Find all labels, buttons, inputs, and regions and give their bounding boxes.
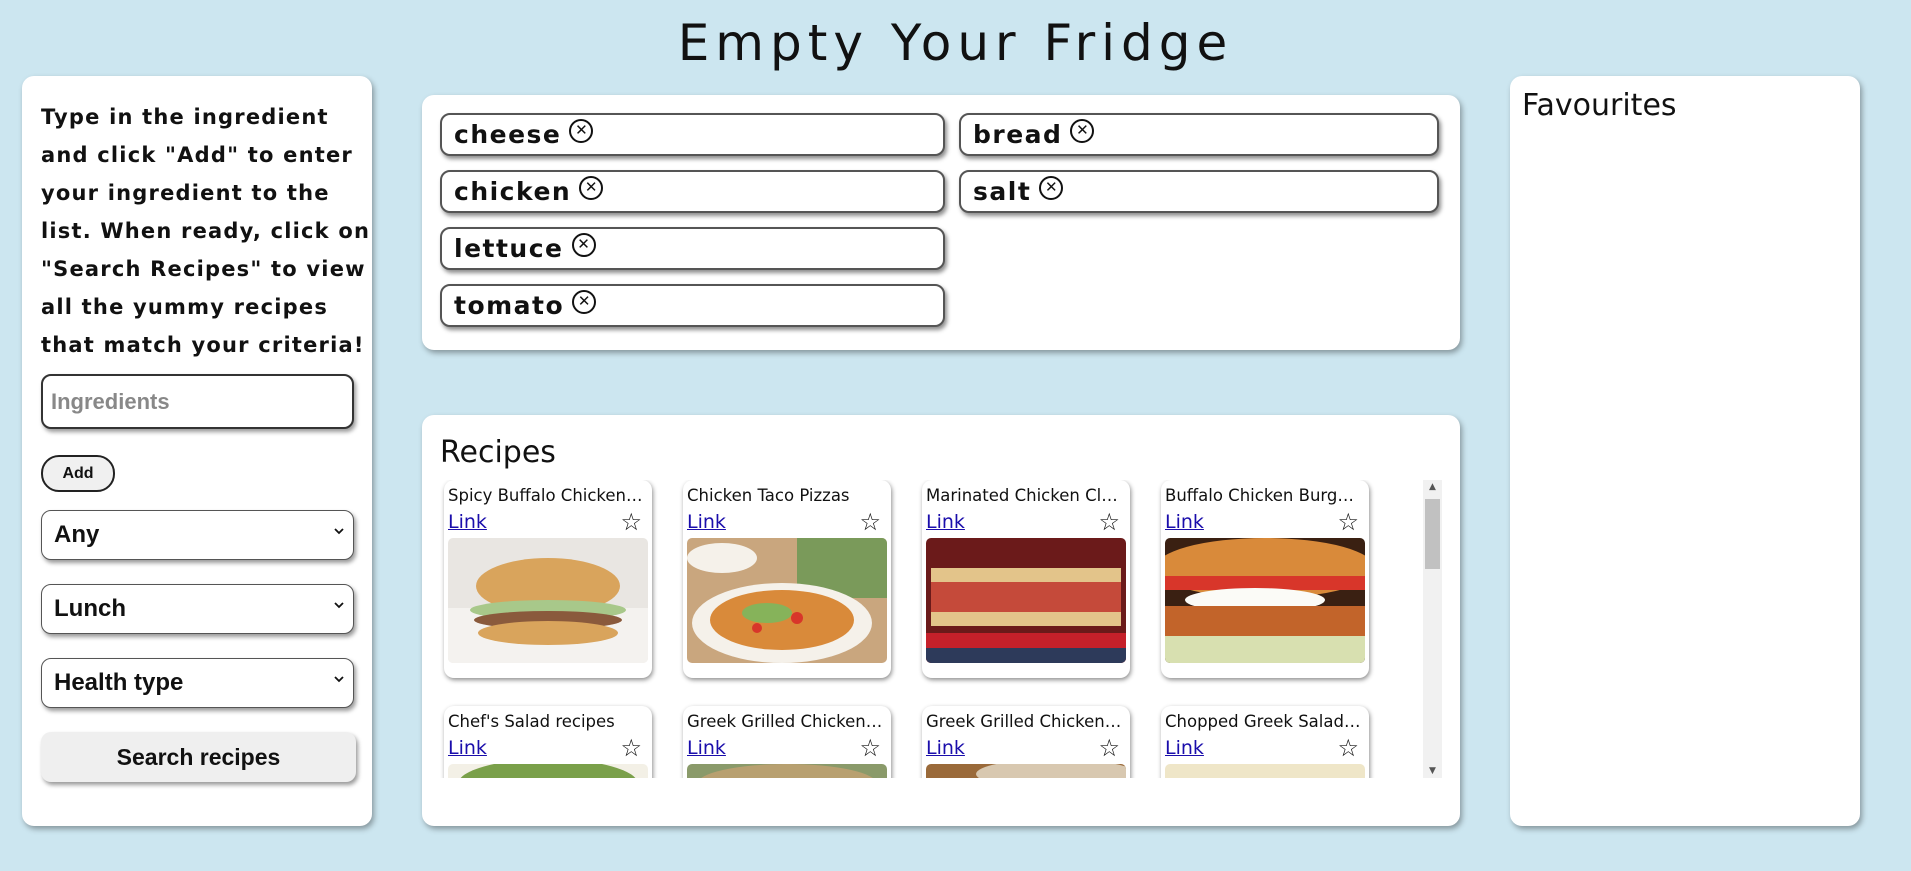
- remove-ingredient-icon[interactable]: ✕: [572, 289, 597, 314]
- recipe-image: [687, 764, 887, 778]
- recipe-link[interactable]: Link: [448, 737, 487, 759]
- recipe-image: [448, 538, 648, 663]
- recipe-name: Buffalo Chicken Burgers: [1165, 486, 1361, 505]
- instructions-text: Type in the ingredient and click "Add" t…: [41, 105, 371, 357]
- favourite-star-icon[interactable]: ☆: [620, 736, 642, 760]
- remove-ingredient-icon[interactable]: ✕: [569, 118, 594, 143]
- health-type-select[interactable]: Health type: [41, 658, 354, 708]
- recipe-link[interactable]: Link: [687, 737, 726, 759]
- ingredient-chip: chicken ✕: [440, 170, 945, 213]
- recipe-image: [926, 759, 1136, 778]
- recipes-scrollbar[interactable]: ▲ ▼: [1423, 480, 1442, 778]
- recipe-card: Chef's Salad recipes Link ☆: [444, 706, 652, 778]
- favourite-star-icon[interactable]: ☆: [620, 510, 642, 534]
- recipe-link[interactable]: Link: [926, 511, 965, 533]
- favourite-star-icon[interactable]: ☆: [1337, 736, 1359, 760]
- favourite-star-icon[interactable]: ☆: [859, 510, 881, 534]
- search-panel: Type in the ingredient and click "Add" t…: [22, 76, 372, 826]
- ingredients-panel: cheese ✕ bread ✕ chicken ✕ salt ✕ lettuc…: [422, 95, 1460, 350]
- recipe-card: Chicken Taco Pizzas Link ☆: [683, 480, 891, 678]
- ingredient-chip-label: tomato: [454, 291, 565, 320]
- ingredient-chip-list: cheese ✕ bread ✕ chicken ✕ salt ✕ lettuc…: [440, 113, 1442, 327]
- ingredient-chip: bread ✕: [959, 113, 1439, 156]
- recipe-card: Buffalo Chicken Burgers Link ☆: [1155, 480, 1375, 678]
- favourite-star-icon[interactable]: ☆: [859, 736, 881, 760]
- recipe-link[interactable]: Link: [1165, 737, 1204, 759]
- favourites-heading: Favourites: [1522, 88, 1677, 123]
- ingredient-chip: cheese ✕: [440, 113, 945, 156]
- remove-ingredient-icon[interactable]: ✕: [1039, 175, 1064, 200]
- cuisine-select-value: Any: [54, 521, 100, 548]
- ingredient-chip-label: salt: [973, 177, 1032, 206]
- recipe-link[interactable]: Link: [448, 511, 487, 533]
- chevron-down-icon: [333, 524, 345, 542]
- ingredient-chip: tomato ✕: [440, 284, 945, 327]
- recipe-image: [448, 759, 648, 778]
- recipe-name: Chopped Greek Salad with Chicken: [1165, 712, 1361, 731]
- remove-ingredient-icon[interactable]: ✕: [1070, 118, 1095, 143]
- ingredient-chip: lettuce ✕: [440, 227, 945, 270]
- ingredient-chip-label: cheese: [454, 120, 562, 149]
- favourite-star-icon[interactable]: ☆: [1337, 510, 1359, 534]
- recipe-image: [926, 538, 1126, 663]
- remove-ingredient-icon[interactable]: ✕: [579, 175, 604, 200]
- recipe-link[interactable]: Link: [926, 737, 965, 759]
- cuisine-select[interactable]: Any: [41, 510, 354, 560]
- recipe-image: [1165, 764, 1365, 778]
- favourites-panel: Favourites: [1510, 76, 1860, 826]
- chevron-down-icon: [333, 598, 345, 616]
- favourite-star-icon[interactable]: ☆: [1098, 510, 1120, 534]
- recipes-heading: Recipes: [440, 435, 556, 470]
- search-recipes-button[interactable]: Search recipes: [41, 732, 356, 782]
- recipe-card: Chopped Greek Salad with Chicken Link ☆: [1161, 706, 1369, 778]
- recipe-name: Spicy Buffalo Chicken Burgers: [448, 486, 644, 505]
- add-button[interactable]: Add: [41, 455, 115, 492]
- recipe-name: Greek Grilled Chicken Pita: [926, 712, 1122, 731]
- recipe-name: Chef's Salad recipes: [448, 712, 615, 731]
- ingredient-chip: salt ✕: [959, 170, 1439, 213]
- recipe-link[interactable]: Link: [1165, 511, 1204, 533]
- chevron-down-icon: [333, 672, 345, 690]
- recipe-name: Marinated Chicken Club Sandwich: [926, 486, 1122, 505]
- ingredient-input[interactable]: [41, 374, 354, 429]
- recipe-card: Greek Grilled Chicken Pita Link ☆: [922, 706, 1136, 778]
- ingredient-chip-label: chicken: [454, 177, 572, 206]
- remove-ingredient-icon[interactable]: ✕: [571, 232, 596, 257]
- recipe-card: Spicy Buffalo Chicken Burgers Link ☆: [444, 480, 652, 678]
- recipe-name: Greek Grilled Chicken Salad: [687, 712, 883, 731]
- scrollbar-thumb[interactable]: [1425, 499, 1440, 569]
- recipe-card-grid: Spicy Buffalo Chicken Burgers Link ☆ Chi…: [440, 480, 1444, 778]
- scroll-up-arrow-icon[interactable]: ▲: [1423, 482, 1442, 492]
- recipe-link[interactable]: Link: [687, 511, 726, 533]
- recipes-panel: Recipes Spicy Buffalo Chicken Burgers Li…: [422, 415, 1460, 826]
- ingredient-chip-label: lettuce: [454, 234, 564, 263]
- recipe-image: [687, 538, 887, 663]
- recipe-image: [1155, 538, 1375, 663]
- health-type-select-value: Health type: [54, 669, 184, 696]
- recipe-results-scroll-area[interactable]: Spicy Buffalo Chicken Burgers Link ☆ Chi…: [440, 480, 1444, 778]
- meal-type-select-value: Lunch: [54, 595, 126, 622]
- ingredient-chip-label: bread: [973, 120, 1063, 149]
- recipe-card: Marinated Chicken Club Sandwich Link ☆: [922, 480, 1130, 678]
- page-title: Empty Your Fridge: [677, 14, 1234, 72]
- recipe-name: Chicken Taco Pizzas: [687, 486, 850, 505]
- meal-type-select[interactable]: Lunch: [41, 584, 354, 634]
- favourite-star-icon[interactable]: ☆: [1098, 736, 1120, 760]
- recipe-card: Greek Grilled Chicken Salad Link ☆: [683, 706, 891, 778]
- scroll-down-arrow-icon[interactable]: ▼: [1423, 766, 1442, 776]
